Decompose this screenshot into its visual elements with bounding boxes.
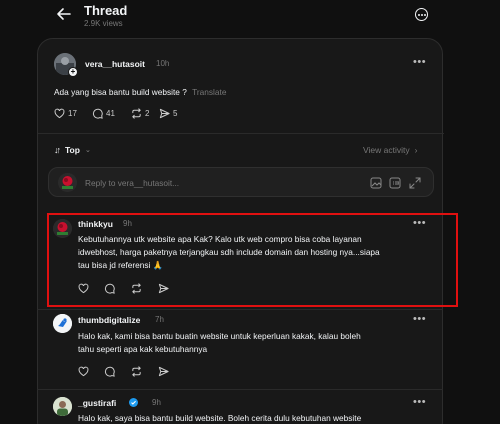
comment-icon[interactable] xyxy=(104,366,115,377)
repost-button[interactable]: 2 xyxy=(131,108,149,119)
reply-composer[interactable]: Reply to vera__hutasoit... xyxy=(48,167,434,197)
divider xyxy=(37,309,443,310)
send-icon[interactable] xyxy=(158,366,169,377)
reply-input[interactable]: Reply to vera__hutasoit... xyxy=(85,178,179,188)
like-button[interactable]: 17 xyxy=(54,108,77,119)
highlight-box xyxy=(47,213,458,307)
repost-icon[interactable] xyxy=(131,366,142,377)
back-arrow-icon[interactable] xyxy=(56,6,72,22)
reply-avatar[interactable] xyxy=(53,314,72,333)
sort-label: Top xyxy=(65,145,80,155)
comment-count: 41 xyxy=(106,109,115,118)
follow-plus-icon[interactable]: + xyxy=(68,67,78,77)
expand-icon[interactable] xyxy=(409,177,421,189)
verified-badge-icon xyxy=(129,398,138,407)
heart-icon xyxy=(54,108,65,119)
top-bar: Thread 2.9K views xyxy=(0,0,500,34)
chevron-down-icon: ⌄ xyxy=(84,147,91,154)
reply-username[interactable]: _gustirafi xyxy=(78,398,116,408)
share-button[interactable]: 5 xyxy=(159,108,177,119)
post-username[interactable]: vera__hutasoit xyxy=(85,59,145,69)
reply-line: Halo kak, kami bisa bantu buatin website… xyxy=(78,331,361,341)
sort-icon: ↓↑ xyxy=(54,145,61,155)
divider xyxy=(38,133,444,134)
comment-button[interactable]: 41 xyxy=(92,108,115,119)
view-activity-label: View activity xyxy=(363,145,410,155)
post-more-icon[interactable]: ••• xyxy=(413,56,426,68)
reply-line: tahu seperti apa kak kebutuhannya xyxy=(78,344,208,354)
reply-line: Halo kak, saya bisa bantu build website.… xyxy=(78,413,362,423)
reply-more-icon[interactable]: ••• xyxy=(413,396,426,408)
post-text: Ada yang bisa bantu build website ? Tran… xyxy=(54,86,226,98)
reply-username[interactable]: thumbdigitalize xyxy=(78,315,140,325)
view-activity-link[interactable]: View activity › xyxy=(363,145,417,155)
image-icon[interactable] xyxy=(370,177,382,189)
more-options-icon[interactable] xyxy=(415,8,428,21)
views-count: 2.9K views xyxy=(84,19,123,28)
chevron-right-icon: › xyxy=(414,145,418,155)
repost-count: 2 xyxy=(145,109,150,118)
divider xyxy=(37,389,443,390)
reply-more-icon[interactable]: ••• xyxy=(413,313,426,325)
page-title: Thread xyxy=(84,3,128,18)
like-count: 17 xyxy=(68,109,77,118)
my-avatar xyxy=(58,173,77,192)
reply-avatar[interactable] xyxy=(53,397,72,416)
post-body: Ada yang bisa bantu build website ? xyxy=(54,87,187,97)
comment-icon xyxy=(92,108,103,119)
send-icon xyxy=(159,108,170,119)
translate-link[interactable]: Translate xyxy=(192,87,226,97)
reply-time: 7h xyxy=(155,315,164,324)
post-time: 10h xyxy=(156,59,170,68)
sort-dropdown[interactable]: ↓↑ Top ⌄ xyxy=(54,145,91,155)
heart-icon[interactable] xyxy=(78,366,89,377)
repost-icon xyxy=(132,108,141,119)
gif-icon[interactable] xyxy=(389,177,401,189)
share-count: 5 xyxy=(173,109,178,118)
reply-time: 9h xyxy=(152,398,161,407)
